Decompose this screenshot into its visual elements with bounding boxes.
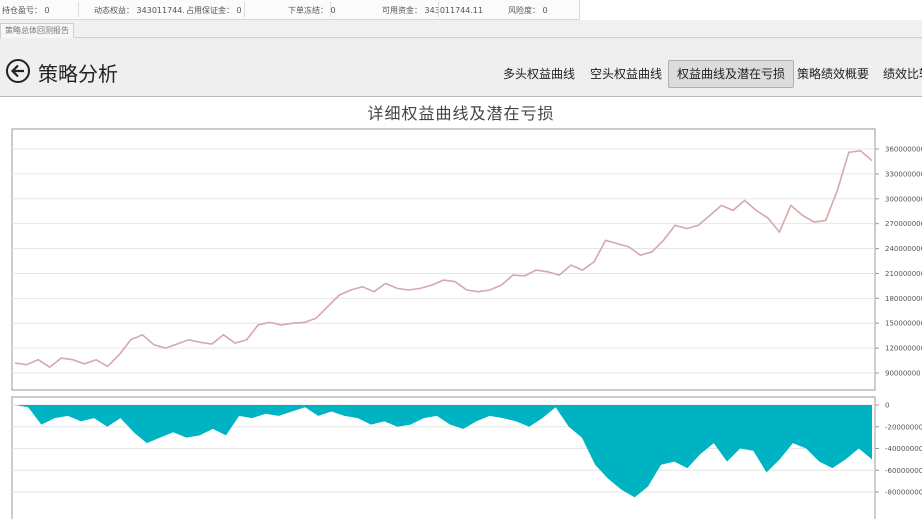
y-tick-label: -40000000: [885, 445, 922, 453]
y-tick-label: 270000000: [885, 220, 922, 228]
y-tick-label: 300000000: [885, 195, 922, 203]
status-available-funds: 可用资金： 343011744.11: [382, 6, 484, 15]
tab-performance-summary[interactable]: 策略绩效概要: [797, 60, 869, 88]
arrow-left-icon: [10, 64, 24, 78]
y-tick-label: -20000000: [885, 423, 922, 431]
y-tick-label: -80000000: [885, 489, 922, 497]
y-tick-label: 330000000: [885, 170, 922, 178]
status-margin: 占用保证金： 0: [186, 6, 242, 15]
status-position-pnl: 持仓盈亏： 0: [2, 6, 50, 15]
tab-short-equity[interactable]: 空头权益曲线: [590, 60, 662, 88]
y-tick-label: 210000000: [885, 270, 922, 278]
page-header: 策略分析 多头权益曲线 空头权益曲线 权益曲线及潜在亏损 策略绩效概要 绩效比较: [0, 38, 922, 97]
y-tick-label: 360000000: [885, 146, 922, 154]
y-tick-label: 150000000: [885, 320, 922, 328]
plot-frame: [11, 128, 876, 391]
document-tab-strip: 策略总体回测报告: [0, 20, 922, 38]
equity-panel: 90000000 120000000 150000000 180000000 21000…: [11, 128, 922, 391]
y-tick-label: 120000000: [885, 345, 922, 353]
tab-performance-compare[interactable]: 绩效比较: [883, 60, 922, 88]
tab-strategy-report[interactable]: 策略总体回测报告: [0, 23, 74, 38]
account-status-bar: 持仓盈亏： 0 动态权益： 343011744. 占用保证金： 0 下单冻结： …: [0, 0, 580, 20]
drawdown-panel: 0 -20000000 -40000000 -60000000 -80000000: [11, 396, 922, 519]
equity-drawdown-chart: 90000000 120000000 150000000 180000000 21000…: [11, 128, 922, 519]
y-tick-label: 0: [885, 402, 889, 410]
y-tick-label: 180000000: [885, 295, 922, 303]
status-dynamic-equity: 动态权益： 343011744.: [94, 6, 185, 15]
status-risk: 风险度： 0: [508, 6, 548, 15]
tab-long-equity[interactable]: 多头权益曲线: [503, 60, 575, 88]
page-title: 策略分析: [38, 62, 118, 86]
y-tick-label: 90000000: [885, 370, 921, 378]
status-order-frozen: 下单冻结： 0: [288, 6, 336, 15]
back-button[interactable]: [6, 59, 30, 83]
y-tick-label: -60000000: [885, 467, 922, 475]
tab-equity-drawdown[interactable]: 权益曲线及潜在亏损: [668, 60, 795, 88]
y-tick-label: 240000000: [885, 245, 922, 253]
